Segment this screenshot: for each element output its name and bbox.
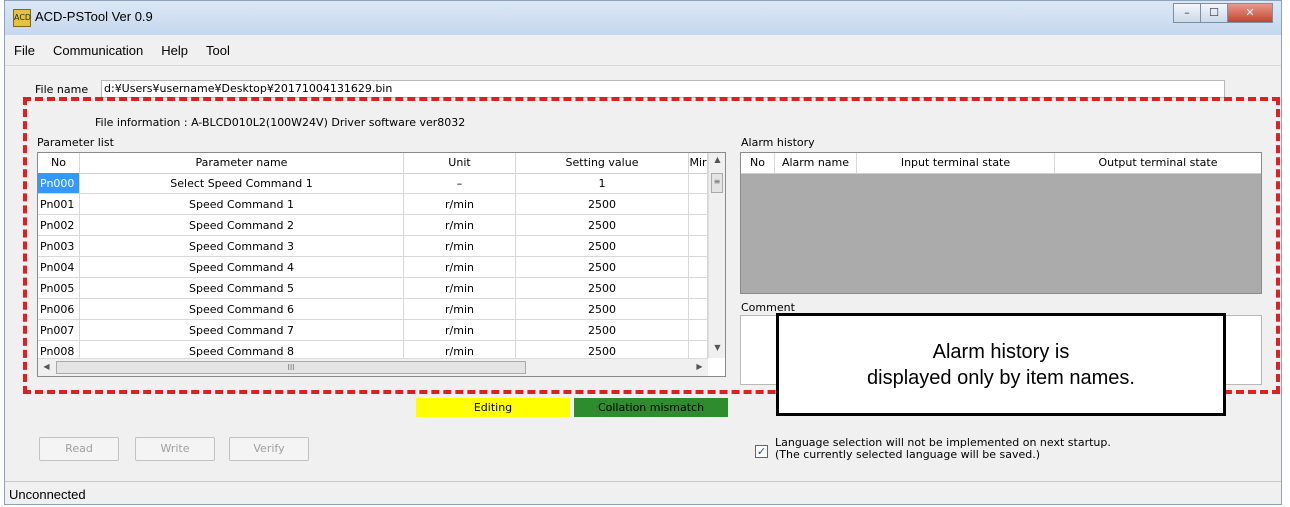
menu-file[interactable]: File	[5, 43, 44, 58]
verify-button[interactable]: Verify	[229, 437, 309, 461]
cell-no[interactable]: Pn002	[38, 215, 80, 236]
alarm-column-output-terminal-state[interactable]: Output terminal state	[1055, 153, 1261, 173]
cell-min[interactable]	[689, 194, 708, 215]
language-note-line-2: (The currently selected language will be…	[775, 448, 1041, 461]
parameter-list-label: Parameter list	[37, 136, 114, 149]
file-name-field[interactable]: d:¥Users¥username¥Desktop¥20171004131629…	[101, 80, 1225, 98]
column-header-no[interactable]: No	[38, 153, 80, 173]
cell-no[interactable]: Pn004	[38, 257, 80, 278]
title-bar[interactable]: ACD ACD-PSTool Ver 0.9 – ☐ ✕	[5, 1, 1281, 35]
cell-min[interactable]	[689, 278, 708, 299]
cell-setting-value[interactable]: 2500	[516, 194, 689, 215]
column-header-min[interactable]: Mir	[689, 153, 708, 173]
horizontal-scrollbar[interactable]: ◀ III ▶	[38, 358, 708, 376]
language-checkbox-label: Language selection will not be implement…	[775, 437, 1111, 461]
scroll-down-icon[interactable]: ▼	[710, 343, 725, 352]
cell-unit[interactable]: r/min	[404, 278, 516, 299]
menu-help[interactable]: Help	[152, 43, 197, 58]
table-row[interactable]: Pn004 Speed Command 4 r/min 2500	[38, 257, 708, 278]
scroll-up-icon[interactable]: ▲	[710, 155, 725, 164]
cell-setting-value[interactable]: 2500	[516, 278, 689, 299]
cell-unit[interactable]: r/min	[404, 194, 516, 215]
file-name-label: File name	[35, 83, 89, 96]
table-row[interactable]: Pn003 Speed Command 3 r/min 2500	[38, 236, 708, 257]
cell-no[interactable]: Pn005	[38, 278, 80, 299]
cell-no[interactable]: Pn000	[38, 173, 80, 194]
cell-unit[interactable]: –	[404, 173, 516, 194]
alarm-column-no[interactable]: No	[741, 153, 775, 173]
cell-setting-value[interactable]: 2500	[516, 257, 689, 278]
cell-no[interactable]: Pn006	[38, 299, 80, 320]
table-row[interactable]: Pn000 Select Speed Command 1–1	[38, 173, 708, 194]
callout-line-2: displayed only by item names.	[867, 366, 1135, 389]
column-header-setting-value[interactable]: Setting value	[516, 153, 689, 173]
alarm-column-alarm-name[interactable]: Alarm name	[775, 153, 857, 173]
app-window: ACD ACD-PSTool Ver 0.9 – ☐ ✕ File Commun…	[4, 0, 1282, 505]
column-header-parameter-name[interactable]: Parameter name	[80, 153, 404, 173]
annotation-callout: Alarm history is displayed only by item …	[776, 313, 1226, 416]
cell-min[interactable]	[689, 215, 708, 236]
cell-parameter-name[interactable]: Speed Command 3	[80, 236, 404, 257]
cell-no[interactable]: Pn003	[38, 236, 80, 257]
scroll-left-icon[interactable]: ◀	[39, 362, 54, 371]
alarm-history-header: No Alarm name Input terminal state Outpu…	[741, 153, 1261, 174]
cell-parameter-name[interactable]: Speed Command 4	[80, 257, 404, 278]
cell-no[interactable]: Pn001	[38, 194, 80, 215]
vertical-scrollbar[interactable]: ▲ ≡ ▼	[708, 153, 725, 358]
maximize-icon[interactable]: ☐	[1200, 3, 1228, 23]
write-button[interactable]: Write	[135, 437, 215, 461]
cell-unit[interactable]: r/min	[404, 320, 516, 341]
parameter-table-header: No Parameter name Unit Setting value Mir	[38, 153, 708, 174]
horizontal-scroll-thumb[interactable]: III	[56, 361, 526, 374]
cell-parameter-name[interactable]: Select Speed Command 1	[80, 173, 404, 194]
alarm-history-label: Alarm history	[741, 136, 815, 149]
alarm-history-table[interactable]: No Alarm name Input terminal state Outpu…	[740, 152, 1262, 294]
editing-indicator: Editing	[416, 398, 570, 417]
cell-parameter-name[interactable]: Speed Command 5	[80, 278, 404, 299]
file-information: File information : A-BLCD010L2(100W24V) …	[95, 116, 466, 129]
parameter-table[interactable]: No Parameter name Unit Setting value Mir…	[37, 152, 726, 377]
alarm-column-input-terminal-state[interactable]: Input terminal state	[857, 153, 1055, 173]
cell-parameter-name[interactable]: Speed Command 2	[80, 215, 404, 236]
cell-parameter-name[interactable]: Speed Command 1	[80, 194, 404, 215]
cell-unit[interactable]: r/min	[404, 299, 516, 320]
minimize-icon[interactable]: –	[1173, 3, 1201, 23]
cell-parameter-name[interactable]: Speed Command 7	[80, 320, 404, 341]
table-row[interactable]: Pn001 Speed Command 1 r/min 2500	[38, 194, 708, 215]
read-button[interactable]: Read	[39, 437, 119, 461]
cell-parameter-name[interactable]: Speed Command 6	[80, 299, 404, 320]
scroll-right-icon[interactable]: ▶	[692, 362, 707, 371]
cell-setting-value[interactable]: 2500	[516, 215, 689, 236]
cell-min[interactable]	[689, 257, 708, 278]
table-row[interactable]: Pn005 Speed Command 5 r/min 2500	[38, 278, 708, 299]
cell-setting-value[interactable]: 2500	[516, 320, 689, 341]
table-row[interactable]: Pn002 Speed Command 2 r/min 2500	[38, 215, 708, 236]
cell-unit[interactable]: r/min	[404, 236, 516, 257]
caption-buttons: – ☐ ✕	[1173, 3, 1273, 23]
cell-no[interactable]: Pn007	[38, 320, 80, 341]
menu-tool[interactable]: Tool	[197, 43, 239, 58]
cell-setting-value[interactable]: 2500	[516, 299, 689, 320]
cell-unit[interactable]: r/min	[404, 215, 516, 236]
cell-setting-value[interactable]: 2500	[516, 236, 689, 257]
window-title: ACD-PSTool Ver 0.9	[35, 9, 153, 24]
status-bar: Unconnected	[5, 481, 1281, 504]
vertical-scroll-thumb[interactable]: ≡	[711, 173, 723, 193]
column-header-unit[interactable]: Unit	[404, 153, 516, 173]
menu-communication[interactable]: Communication	[44, 43, 152, 58]
close-icon[interactable]: ✕	[1227, 3, 1273, 23]
language-checkbox[interactable]: ✓	[755, 445, 768, 458]
app-icon: ACD	[13, 9, 31, 27]
callout-line-1: Alarm history is	[932, 340, 1070, 363]
cell-unit[interactable]: r/min	[404, 257, 516, 278]
cell-setting-value[interactable]: 1	[516, 173, 689, 194]
cell-min[interactable]	[689, 173, 708, 194]
menu-bar: File Communication Help Tool	[5, 35, 1281, 66]
table-row[interactable]: Pn007 Speed Command 7 r/min 2500	[38, 320, 708, 341]
table-row[interactable]: Pn006 Speed Command 6 r/min 2500	[38, 299, 708, 320]
cell-min[interactable]	[689, 236, 708, 257]
cell-min[interactable]	[689, 320, 708, 341]
cell-min[interactable]	[689, 299, 708, 320]
collation-mismatch-indicator: Collation mismatch	[574, 398, 728, 417]
